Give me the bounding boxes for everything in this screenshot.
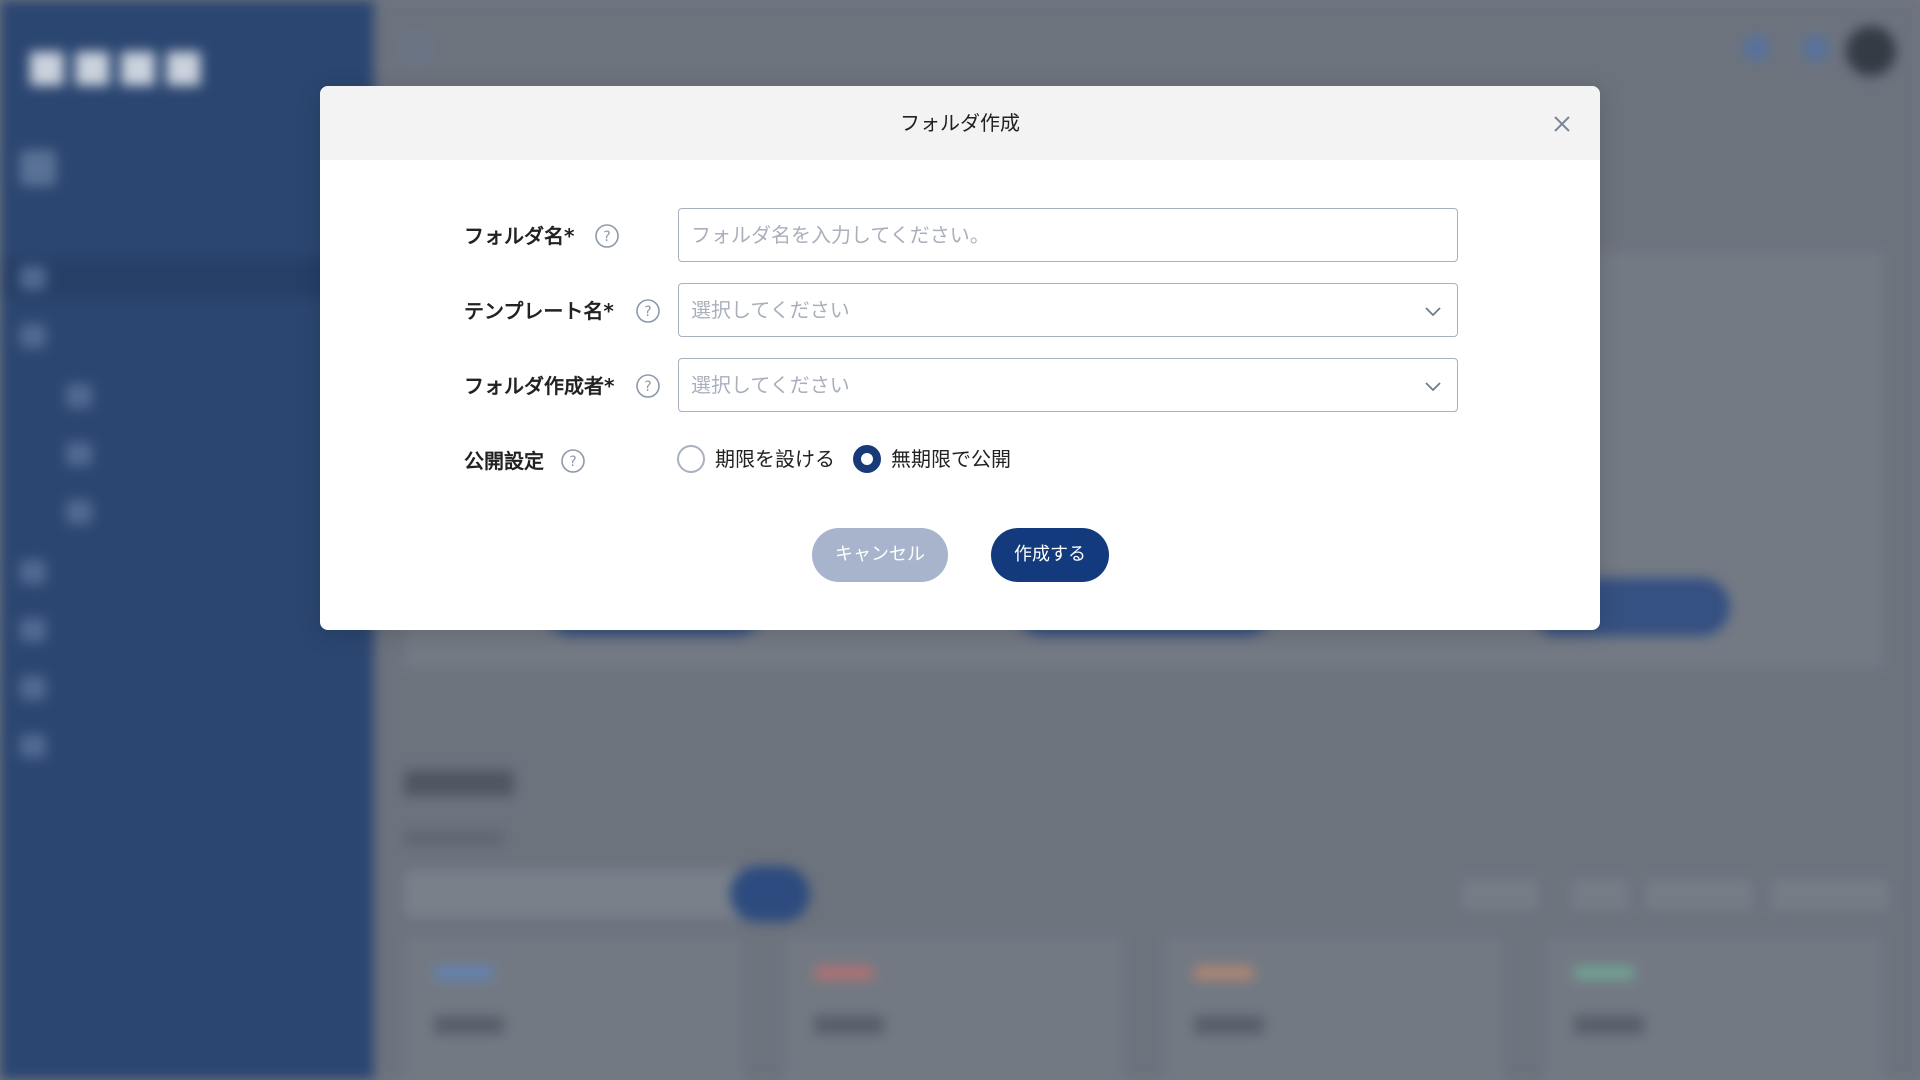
radio-set-expiry[interactable]: 期限を設ける [677,444,847,474]
folder-name-input[interactable] [679,209,1457,261]
folder-creator-selected: 選択してください [691,373,850,397]
folder-creator-select[interactable]: 選択してください [678,358,1458,412]
radio-button-selected[interactable] [853,445,881,473]
create-folder-dialog: フォルダ作成 フォルダ名* ? テンプレート名* ? 選択してください フォルダ… [320,86,1600,630]
folder-name-help-icon[interactable]: ? [594,223,620,249]
template-name-select[interactable]: 選択してください [678,283,1458,337]
template-name-selected: 選択してください [691,298,850,322]
dialog-header: フォルダ作成 [320,86,1600,160]
svg-text:?: ? [644,379,651,395]
template-name-help-icon[interactable]: ? [635,298,661,324]
create-button[interactable]: 作成する [991,528,1109,582]
dialog-title: フォルダ作成 [900,111,1020,135]
radio-no-expiry-label: 無期限で公開 [891,447,1011,471]
close-icon [1554,116,1570,132]
chevron-down-icon [1425,382,1441,392]
template-name-label: テンプレート名* [464,299,614,323]
folder-name-field [678,208,1458,262]
chevron-down-icon [1425,307,1441,317]
folder-creator-help-icon[interactable]: ? [635,373,661,399]
svg-text:?: ? [644,304,651,320]
radio-set-expiry-label: 期限を設ける [715,447,835,471]
close-button[interactable] [1548,110,1576,138]
radio-no-expiry[interactable]: 無期限で公開 [853,444,1023,474]
folder-creator-label: フォルダ作成者* [464,374,615,398]
svg-text:?: ? [569,454,576,470]
folder-name-label: フォルダ名* [464,224,575,248]
svg-text:?: ? [603,229,610,245]
radio-button[interactable] [677,445,705,473]
visibility-help-icon[interactable]: ? [560,448,586,474]
visibility-label: 公開設定 [464,449,544,473]
cancel-button[interactable]: キャンセル [812,528,948,582]
